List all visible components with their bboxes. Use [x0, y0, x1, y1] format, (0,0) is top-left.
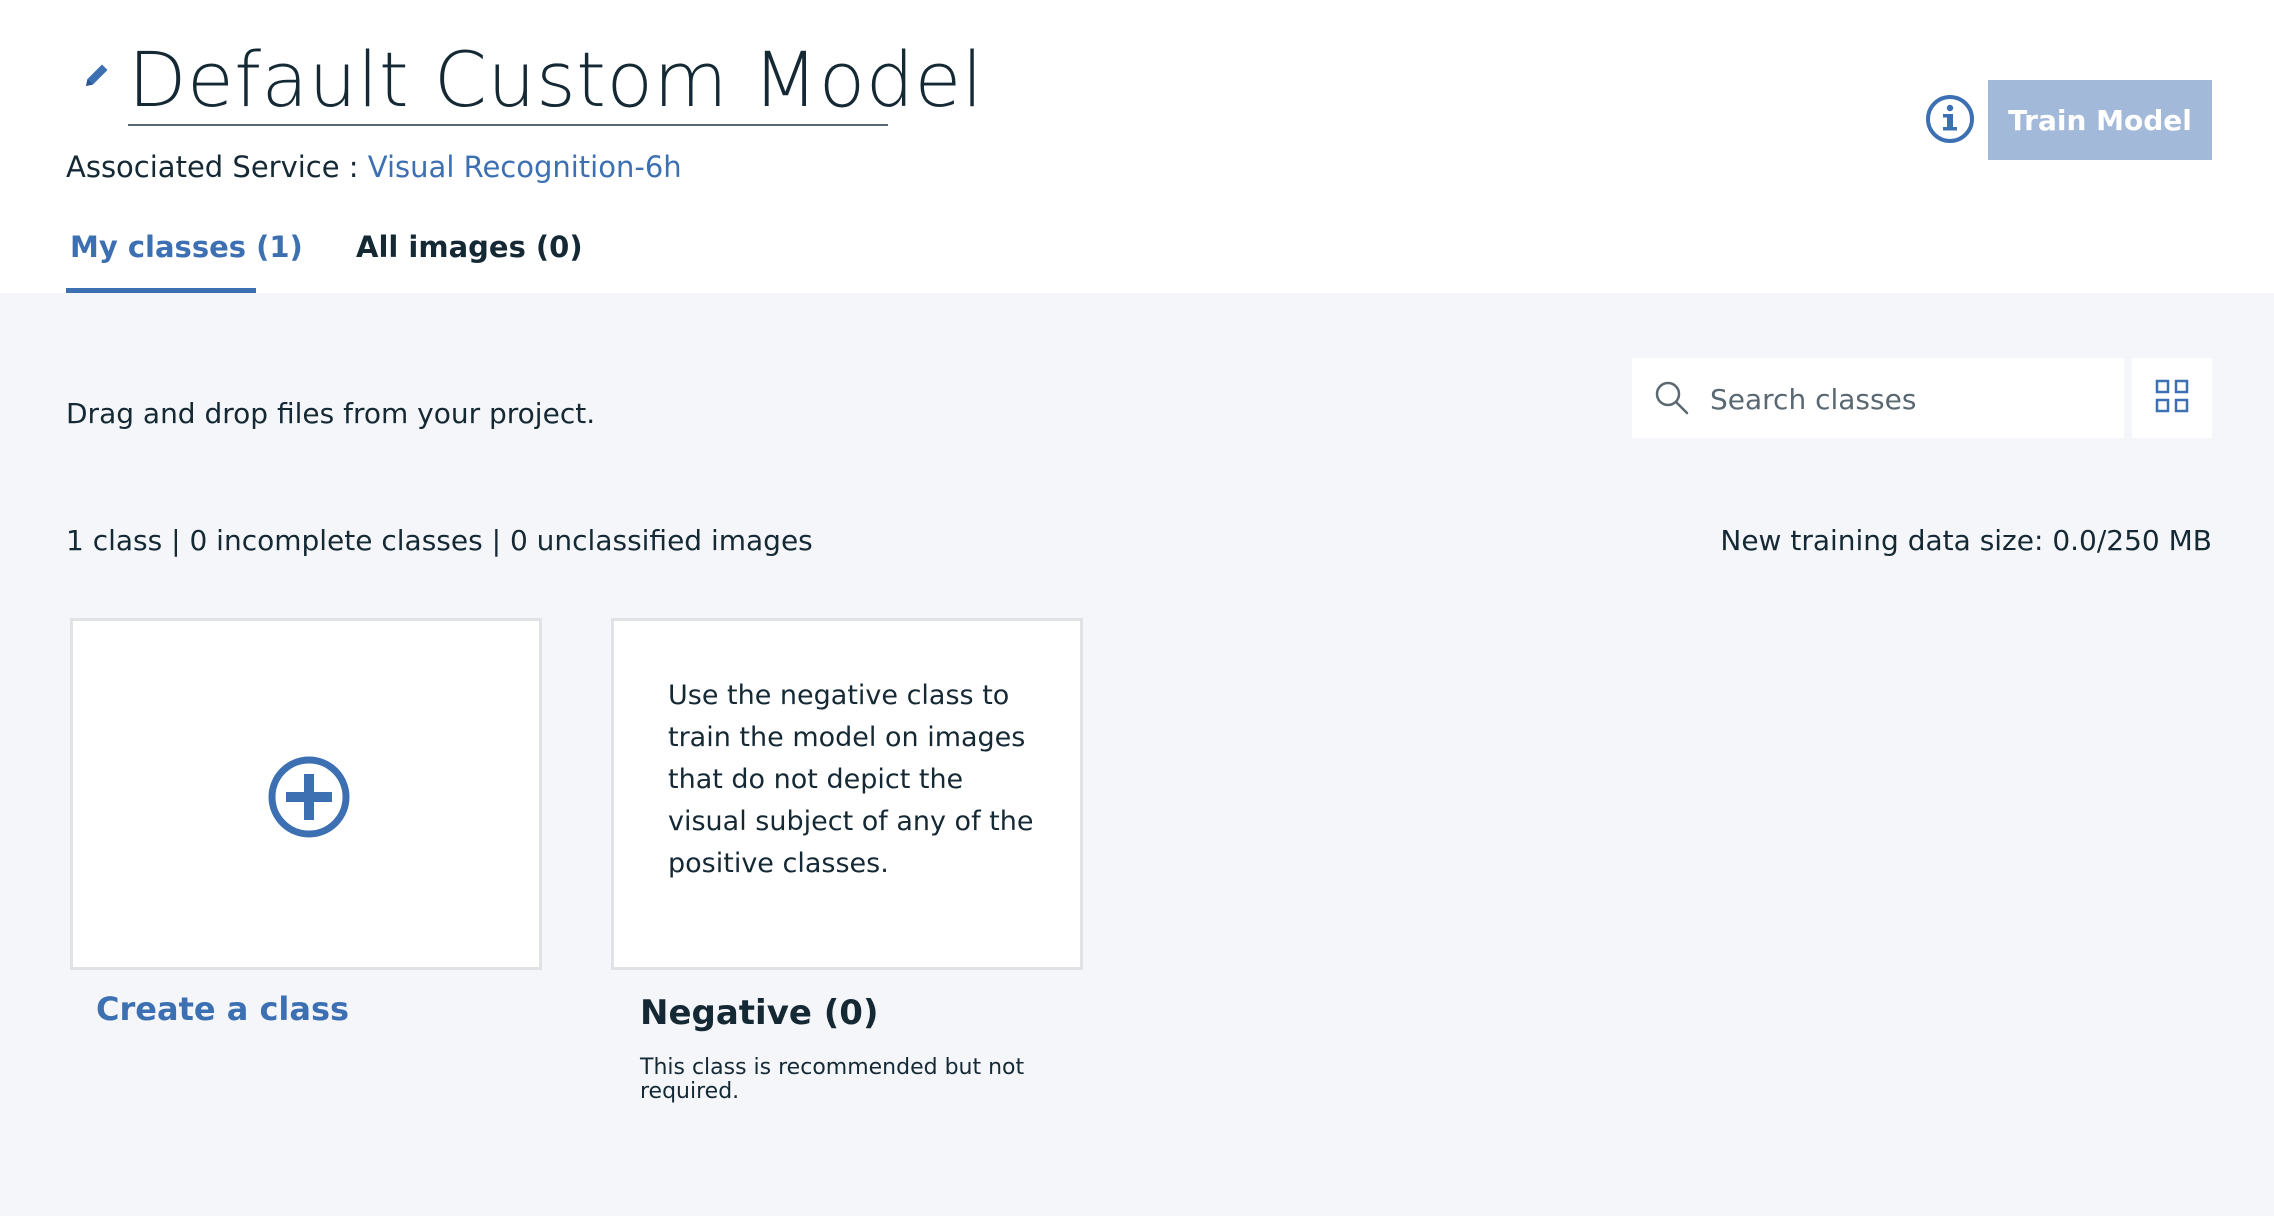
associated-service-label: Associated Service :	[66, 150, 359, 184]
model-title[interactable]: Default Custom Model	[128, 30, 983, 130]
associated-service: Associated Service : Visual Recognition-…	[66, 150, 682, 184]
grid-view-button[interactable]	[2132, 358, 2212, 438]
search-icon	[1652, 378, 1692, 418]
training-data-size: New training data size: 0.0/250 MB	[1720, 524, 2212, 557]
negative-class-title[interactable]: Negative (0)	[640, 993, 879, 1033]
train-model-button[interactable]: Train Model	[1988, 80, 2212, 160]
negative-class-note: This class is recommended but not requir…	[640, 1055, 1025, 1104]
plus-circle-icon[interactable]	[266, 754, 352, 840]
negative-class-description: Use the negative class to train the mode…	[668, 680, 1034, 879]
tab-my-classes[interactable]: My classes (1)	[70, 230, 303, 264]
title-underline	[128, 124, 888, 126]
info-icon[interactable]	[1924, 93, 1976, 145]
grid-view-icon	[2154, 378, 2190, 418]
pencil-icon[interactable]	[78, 58, 114, 94]
search-input[interactable]	[1708, 358, 2112, 440]
tab-all-images[interactable]: All images (0)	[356, 230, 583, 264]
active-tab-indicator	[66, 288, 256, 293]
class-summary: 1 class | 0 incomplete classes | 0 uncla…	[66, 524, 813, 557]
dragdrop-hint: Drag and drop files from your project.	[66, 397, 596, 430]
create-class-link[interactable]: Create a class	[96, 990, 349, 1028]
associated-service-link[interactable]: Visual Recognition-6h	[368, 150, 682, 184]
negative-class-card[interactable]: Use the negative class to train the mode…	[611, 618, 1083, 970]
search-box[interactable]	[1632, 358, 2124, 440]
page-header: Default Custom Model Associated Service …	[0, 0, 2274, 293]
create-class-card[interactable]	[70, 618, 542, 970]
